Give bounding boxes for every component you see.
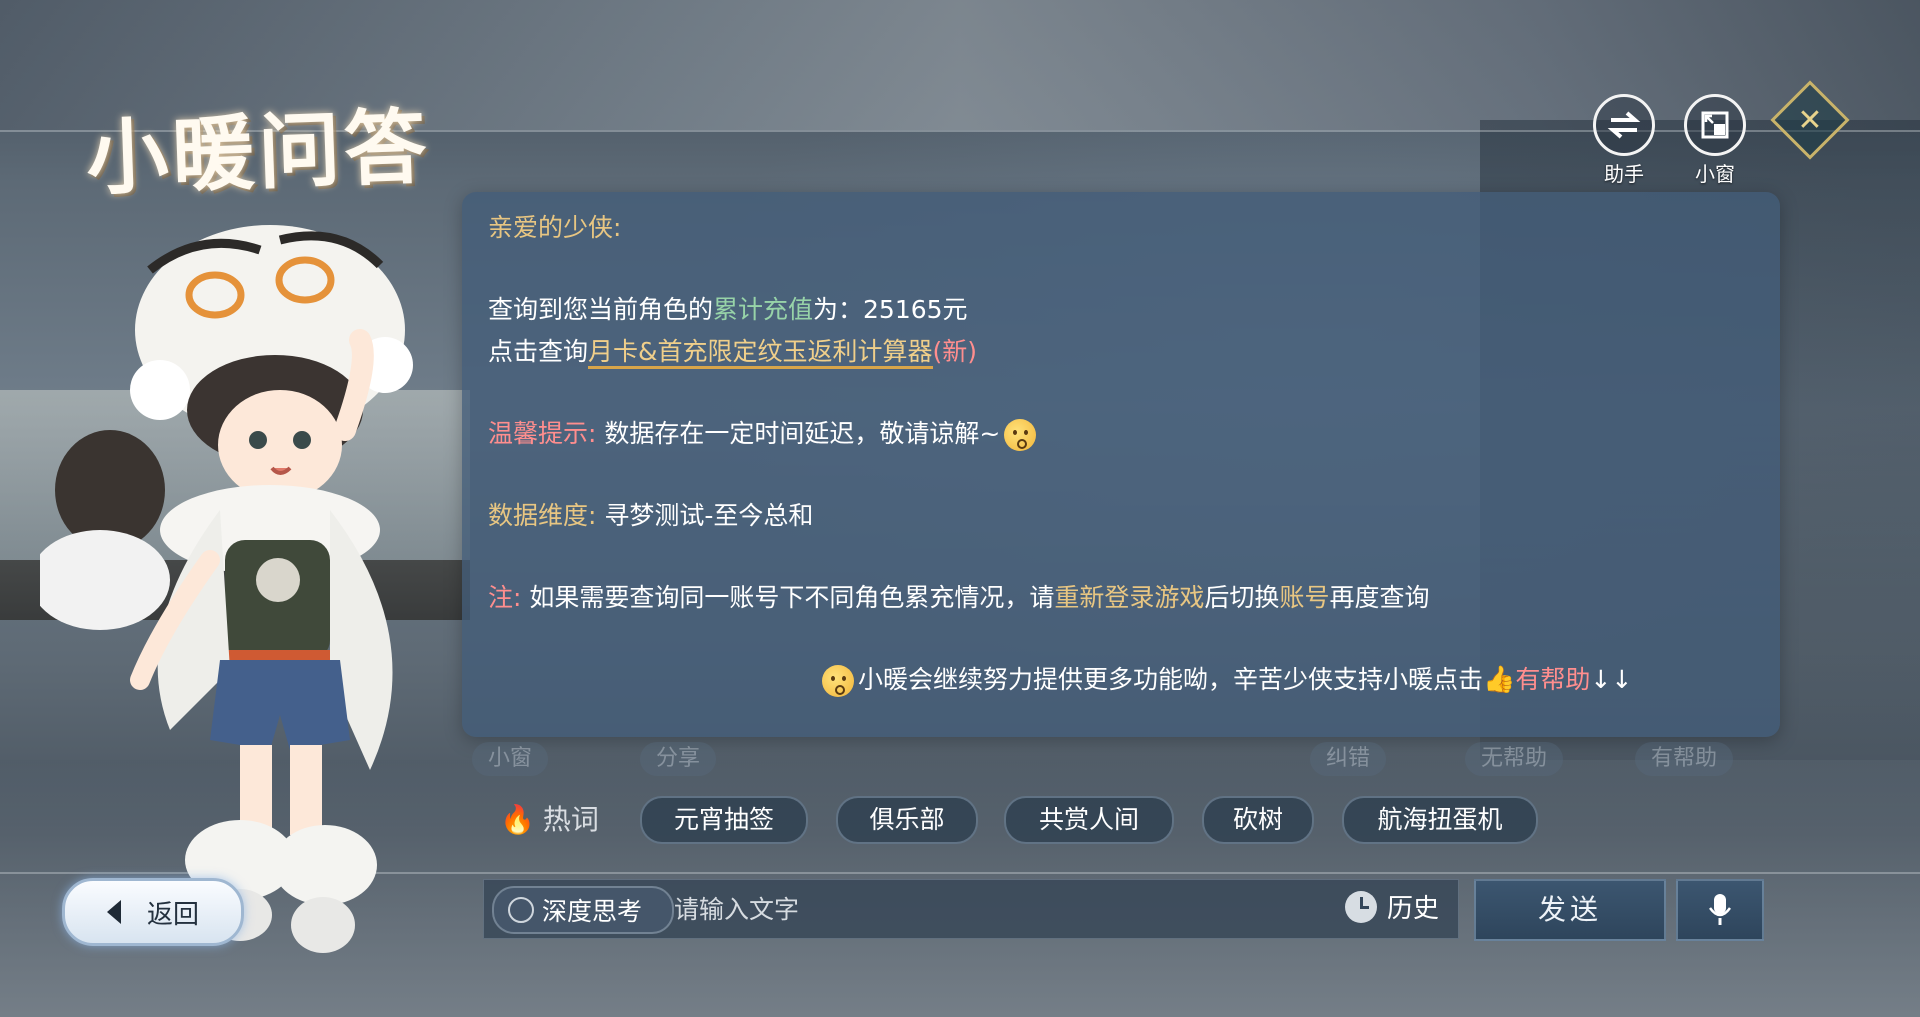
clock-icon <box>1345 890 1377 923</box>
query-prefix: 查询到您当前角色的 <box>488 295 714 324</box>
hot-words-label: 🔥 热词 <box>500 798 599 838</box>
deep-think-label: 深度思考 <box>542 897 643 926</box>
back-button[interactable]: 返回 <box>62 878 244 946</box>
note-text-c: 再度查询 <box>1329 583 1430 612</box>
note-label: 注: <box>488 583 522 612</box>
hot-word-chip[interactable]: 元宵抽签 <box>640 796 808 844</box>
mini-window-label: 小窗 <box>1695 162 1735 186</box>
hot-word-chip[interactable]: 俱乐部 <box>836 796 978 844</box>
faded-report-button[interactable]: 纠错 <box>1310 742 1387 776</box>
hot-word-chip[interactable]: 共赏人间 <box>1004 796 1174 844</box>
note-text-a: 如果需要查询同一账号下不同角色累充情况，请 <box>529 583 1055 612</box>
note-highlight-relogin: 重新登录游戏 <box>1054 583 1205 612</box>
back-label: 返回 <box>146 899 199 930</box>
tip-line: 温馨提示: 数据存在一定时间延迟，敬请谅解~ <box>488 414 1040 454</box>
thumbs-up-icon: 👍 <box>1483 665 1516 695</box>
mini-window-button[interactable]: 小窗 <box>1683 94 1747 187</box>
flame-icon: 🔥 <box>500 803 535 836</box>
greeting: 亲爱的少侠: <box>488 213 622 242</box>
closing-line: 小暖会继续努力提供更多功能呦，辛苦少侠支持小暖点击👍有帮助↓↓ <box>818 660 1632 700</box>
answer-panel: 亲爱的少侠: 查询到您当前角色的累计充值为：25165元 点击查询月卡&首充限定… <box>462 192 1780 737</box>
calculator-link[interactable]: 月卡&首充限定纹玉返利计算器 <box>588 337 933 369</box>
page-title: 小暖问答 <box>84 99 432 207</box>
hot-word-chip[interactable]: 砍树 <box>1202 796 1314 844</box>
microphone-icon <box>1709 894 1731 925</box>
hush-emoji-icon <box>822 665 854 697</box>
closing-arrows: ↓↓ <box>1590 665 1633 694</box>
query-highlight: 累计充值 <box>713 295 814 324</box>
close-icon: ✕ <box>1797 102 1823 138</box>
dimension-label: 数据维度: <box>488 501 597 530</box>
assistant-button[interactable]: 助手 <box>1592 94 1656 187</box>
tip-label: 温馨提示: <box>488 419 597 448</box>
history-label: 历史 <box>1387 894 1440 924</box>
history-button[interactable]: 历史 <box>1345 888 1439 925</box>
radio-icon <box>508 897 534 923</box>
closing-helpful-link[interactable]: 有帮助 <box>1515 665 1590 694</box>
microphone-button[interactable] <box>1676 879 1764 941</box>
hot-words-text: 热词 <box>542 803 599 836</box>
question-input[interactable] <box>672 886 1336 932</box>
note-highlight-account: 账号 <box>1279 583 1330 612</box>
dimension-line: 数据维度: 寻梦测试-至今总和 <box>488 496 813 536</box>
faded-share-button[interactable]: 分享 <box>640 742 717 776</box>
deep-think-toggle[interactable]: 深度思考 <box>492 886 674 934</box>
hot-word-chip[interactable]: 航海扭蛋机 <box>1342 796 1538 844</box>
note-text-b: 后切换 <box>1204 583 1280 612</box>
query-suffix: 为：25165元 <box>813 295 968 324</box>
character-illustration <box>30 210 480 960</box>
dimension-text: 寻梦测试-至今总和 <box>604 501 814 530</box>
note-line: 注: 如果需要查询同一账号下不同角色累充情况，请重新登录游戏后切换账号再度查询 <box>488 578 1429 618</box>
tip-text: 数据存在一定时间延迟，敬请谅解~ <box>604 419 1001 448</box>
new-badge: (新) <box>932 337 978 366</box>
faded-not-helpful-button[interactable]: 无帮助 <box>1465 742 1564 776</box>
assistant-label: 助手 <box>1604 162 1644 186</box>
hush-emoji-icon <box>1004 419 1037 451</box>
send-button[interactable]: 发送 <box>1474 879 1666 941</box>
back-arrow-icon <box>106 900 121 924</box>
faded-mini-window-button[interactable]: 小窗 <box>472 742 549 776</box>
recharge-query-line: 查询到您当前角色的累计充值为：25165元 <box>488 290 968 330</box>
faded-helpful-button[interactable]: 有帮助 <box>1635 742 1734 776</box>
closing-text: 小暖会继续努力提供更多功能呦，辛苦少侠支持小暖点击 <box>858 665 1484 694</box>
swap-icon <box>1593 94 1655 156</box>
link-prefix: 点击查询 <box>488 337 589 366</box>
calculator-link-line: 点击查询月卡&首充限定纹玉返利计算器(新) <box>488 332 977 372</box>
mini-window-icon <box>1684 94 1746 156</box>
